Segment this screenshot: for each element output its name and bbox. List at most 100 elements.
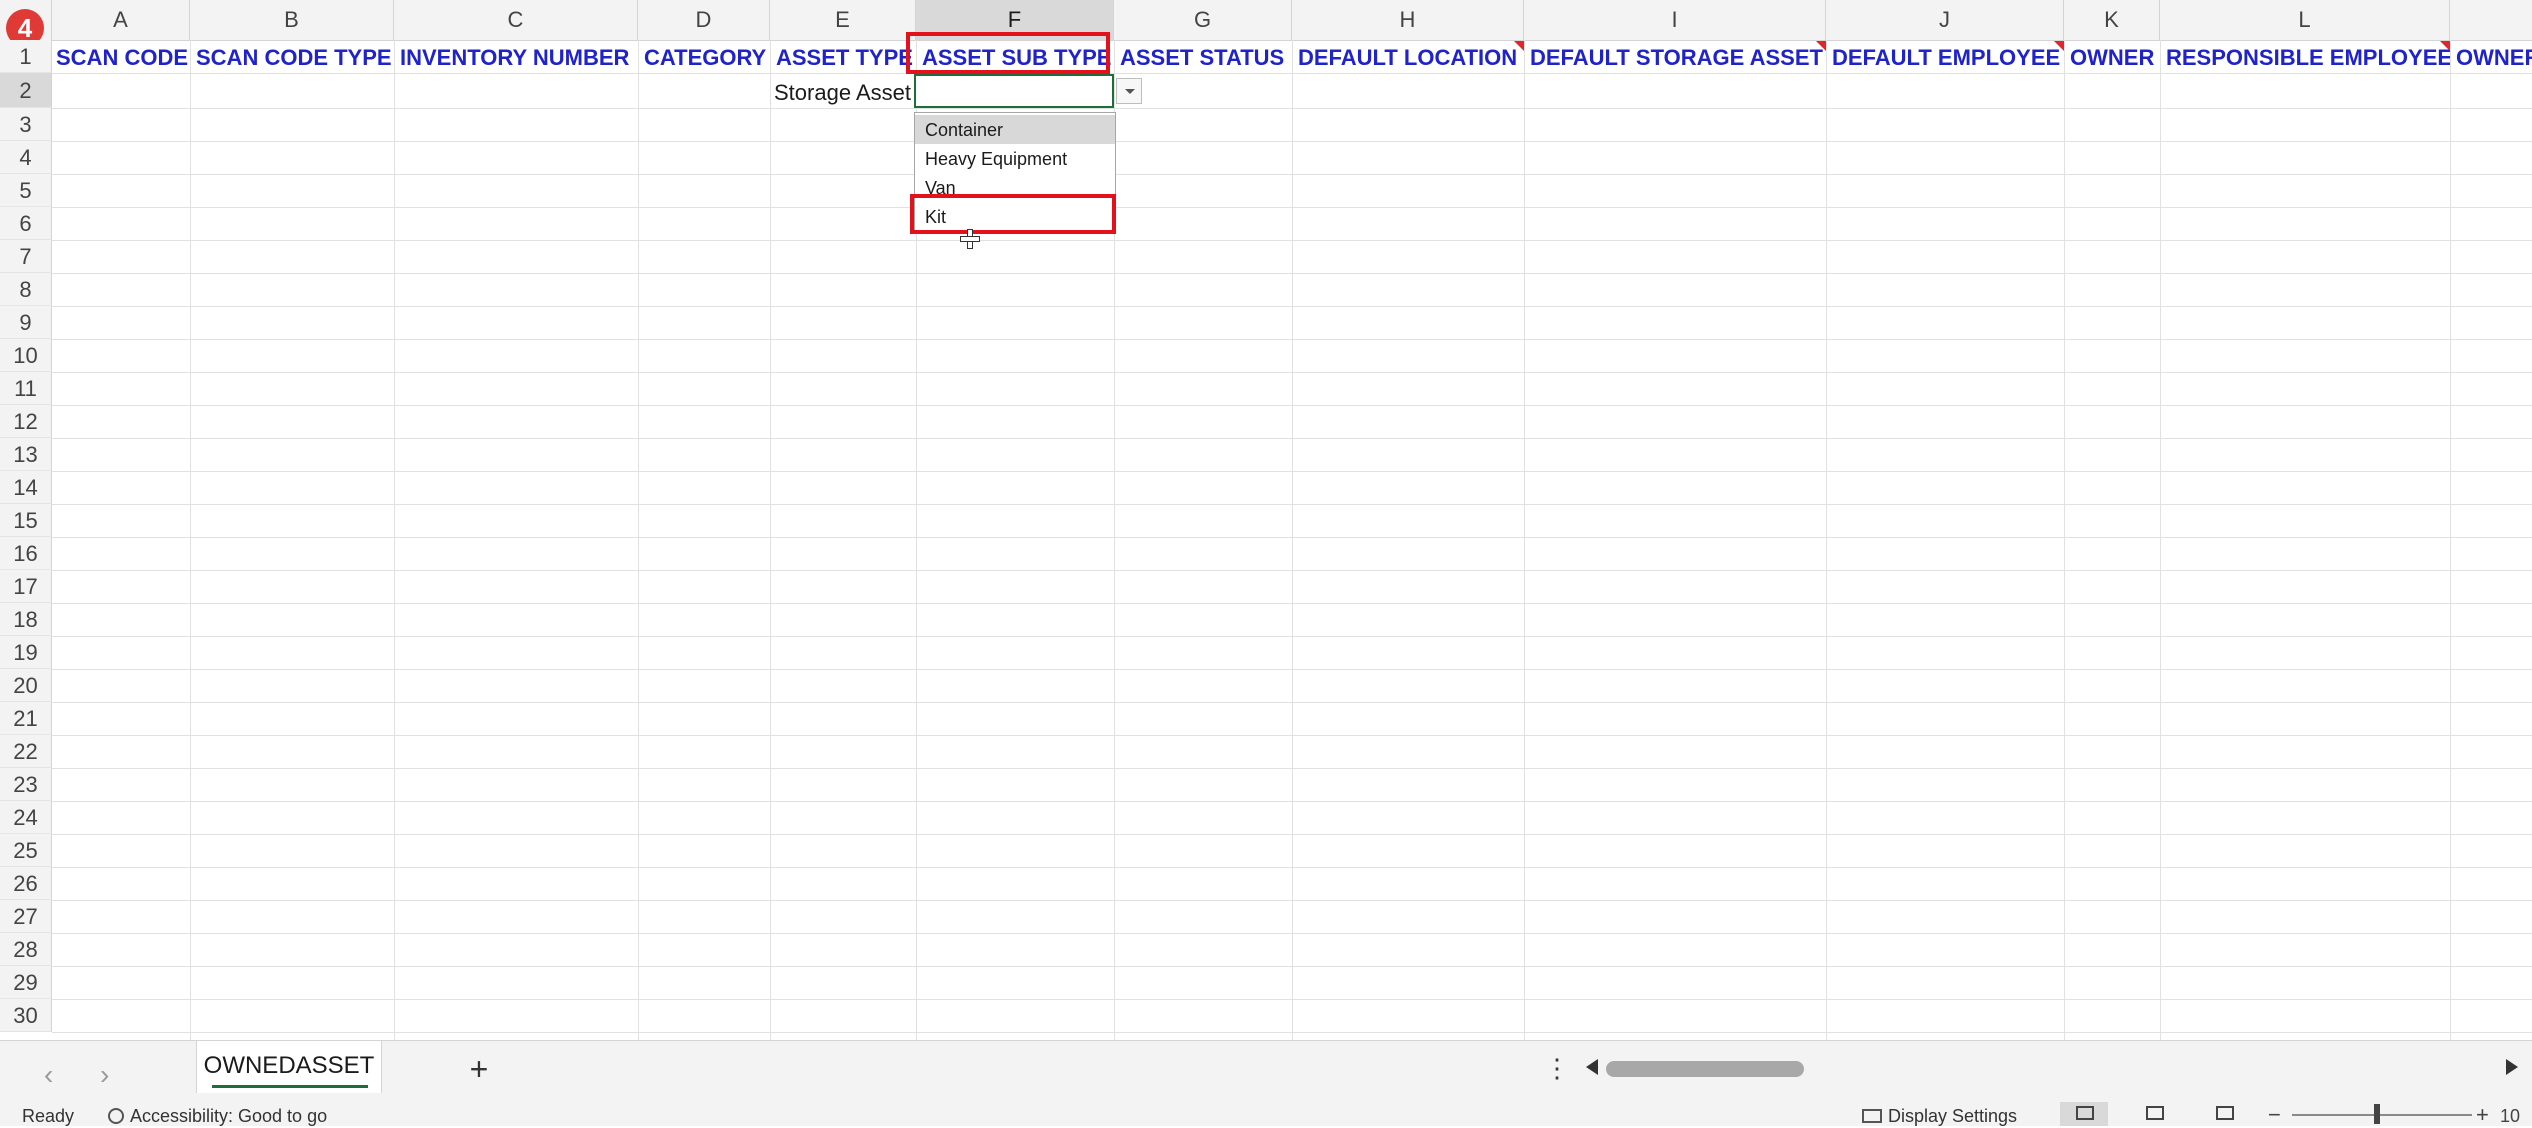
status-bar: Ready Accessibility: Good to go Display … (0, 1102, 2532, 1128)
cell-m1[interactable]: OWNER (2450, 41, 2532, 73)
gridline (394, 40, 395, 1040)
active-tab-underline (212, 1085, 368, 1088)
gridline (2450, 40, 2451, 1040)
column-header-m[interactable] (2450, 0, 2532, 40)
row-header-8[interactable]: 8 (0, 273, 52, 306)
gridline (2064, 40, 2065, 1040)
highlight-box-asset-sub-type (906, 32, 1110, 74)
grid-view-icon (2076, 1106, 2094, 1120)
row-header-6[interactable]: 6 (0, 207, 52, 240)
row-header-12[interactable]: 12 (0, 405, 52, 438)
row-header-21[interactable]: 21 (0, 702, 52, 735)
spreadsheet-grid[interactable]: 4 A B C D E F G H I J K L 1 2 3 4 5 6 7 … (0, 0, 2532, 1040)
status-ready: Ready (22, 1106, 75, 1126)
row-header-27[interactable]: 27 (0, 900, 52, 933)
cell-h1[interactable]: DEFAULT LOCATION (1292, 41, 1524, 73)
zoom-slider-track[interactable] (2292, 1114, 2472, 1116)
dropdown-option-heavy-equipment[interactable]: Heavy Equipment (915, 144, 1115, 173)
gridline (1826, 40, 1827, 1040)
comment-indicator (1514, 41, 1524, 51)
display-icon (1862, 1109, 1882, 1123)
gridline (1292, 40, 1293, 1040)
accessibility-status[interactable]: Accessibility: Good to go (108, 1106, 327, 1127)
column-header-e[interactable]: E (770, 0, 916, 40)
cell-g1[interactable]: ASSET STATUS (1114, 41, 1292, 73)
row-header-29[interactable]: 29 (0, 966, 52, 999)
page-layout-view-button[interactable] (2130, 1102, 2178, 1126)
comment-indicator (2054, 41, 2064, 51)
row-header-20[interactable]: 20 (0, 669, 52, 702)
gridline (190, 40, 191, 1040)
column-header-i[interactable]: I (1524, 0, 1826, 40)
zoom-in-button[interactable]: + (2476, 1102, 2489, 1128)
row-header-28[interactable]: 28 (0, 933, 52, 966)
column-header-a[interactable]: A (52, 0, 190, 40)
cell-b1[interactable]: SCAN CODE TYPE (190, 41, 394, 73)
page-break-icon (2216, 1106, 2234, 1120)
column-header-k[interactable]: K (2064, 0, 2160, 40)
gridline (638, 40, 639, 1040)
scroll-right-arrow-icon[interactable] (2506, 1059, 2518, 1075)
dropdown-option-container[interactable]: Container (915, 115, 1115, 144)
cell-d1[interactable]: CATEGORY (638, 41, 770, 73)
row-header-30[interactable]: 30 (0, 999, 52, 1032)
row-header-25[interactable]: 25 (0, 834, 52, 867)
column-header-c[interactable]: C (394, 0, 638, 40)
zoom-slider-thumb[interactable] (2374, 1104, 2380, 1124)
column-header-b[interactable]: B (190, 0, 394, 40)
scroll-left-arrow-icon[interactable] (1586, 1059, 1598, 1075)
comment-indicator (1816, 41, 1826, 51)
page-layout-icon (2146, 1106, 2164, 1120)
row-header-14[interactable]: 14 (0, 471, 52, 504)
active-cell-f2[interactable] (914, 74, 1114, 108)
display-settings-button[interactable]: Display Settings (1862, 1106, 2017, 1127)
row-header-17[interactable]: 17 (0, 570, 52, 603)
more-options-icon[interactable]: ⋮ (1544, 1053, 1570, 1084)
column-header-j[interactable]: J (1826, 0, 2064, 40)
row-header-15[interactable]: 15 (0, 504, 52, 537)
zoom-level[interactable]: 10 (2500, 1106, 2520, 1127)
cell-j1[interactable]: DEFAULT EMPLOYEE (1826, 41, 2064, 73)
row-header-13[interactable]: 13 (0, 438, 52, 471)
row-header-2[interactable]: 2 (0, 73, 52, 108)
row-header-24[interactable]: 24 (0, 801, 52, 834)
row-header-1[interactable]: 1 (0, 40, 52, 73)
column-header-h[interactable]: H (1292, 0, 1524, 40)
column-header-g[interactable]: G (1114, 0, 1292, 40)
cell-e2[interactable]: Storage Asset (774, 74, 911, 106)
display-settings-label: Display Settings (1888, 1106, 2018, 1126)
row-header-18[interactable]: 18 (0, 603, 52, 636)
previous-sheet-chevron-icon[interactable]: ‹ (44, 1059, 53, 1091)
cell-c1[interactable]: INVENTORY NUMBER (394, 41, 638, 73)
row-header-10[interactable]: 10 (0, 339, 52, 372)
row-header-23[interactable]: 23 (0, 768, 52, 801)
horizontal-scrollbar-thumb[interactable] (1606, 1061, 1804, 1077)
row-header-22[interactable]: 22 (0, 735, 52, 768)
row-header-9[interactable]: 9 (0, 306, 52, 339)
column-header-l[interactable]: L (2160, 0, 2450, 40)
normal-view-button[interactable] (2060, 1102, 2108, 1126)
gridline (1524, 40, 1525, 1040)
row-header-5[interactable]: 5 (0, 174, 52, 207)
zoom-out-button[interactable]: − (2268, 1102, 2281, 1128)
row-header-4[interactable]: 4 (0, 141, 52, 174)
row-header-16[interactable]: 16 (0, 537, 52, 570)
row-header-11[interactable]: 11 (0, 372, 52, 405)
cell-e1[interactable]: ASSET TYPE (770, 41, 916, 73)
row-header-26[interactable]: 26 (0, 867, 52, 900)
add-sheet-button[interactable]: + (464, 1051, 494, 1087)
gridline (770, 40, 771, 1040)
cell-i1[interactable]: DEFAULT STORAGE ASSET (1524, 41, 1826, 73)
row-header-3[interactable]: 3 (0, 108, 52, 141)
row-header-7[interactable]: 7 (0, 240, 52, 273)
dropdown-arrow-button[interactable] (1116, 78, 1142, 104)
gridline (2160, 40, 2161, 1040)
column-header-d[interactable]: D (638, 0, 770, 40)
cell-k1[interactable]: OWNER (2064, 41, 2160, 73)
cell-l1[interactable]: RESPONSIBLE EMPLOYEE (2160, 41, 2450, 73)
row-header-19[interactable]: 19 (0, 636, 52, 669)
next-sheet-chevron-icon[interactable]: › (100, 1059, 109, 1091)
page-break-view-button[interactable] (2200, 1102, 2248, 1126)
comment-indicator (2440, 41, 2450, 51)
cell-a1[interactable]: SCAN CODE (50, 41, 190, 73)
